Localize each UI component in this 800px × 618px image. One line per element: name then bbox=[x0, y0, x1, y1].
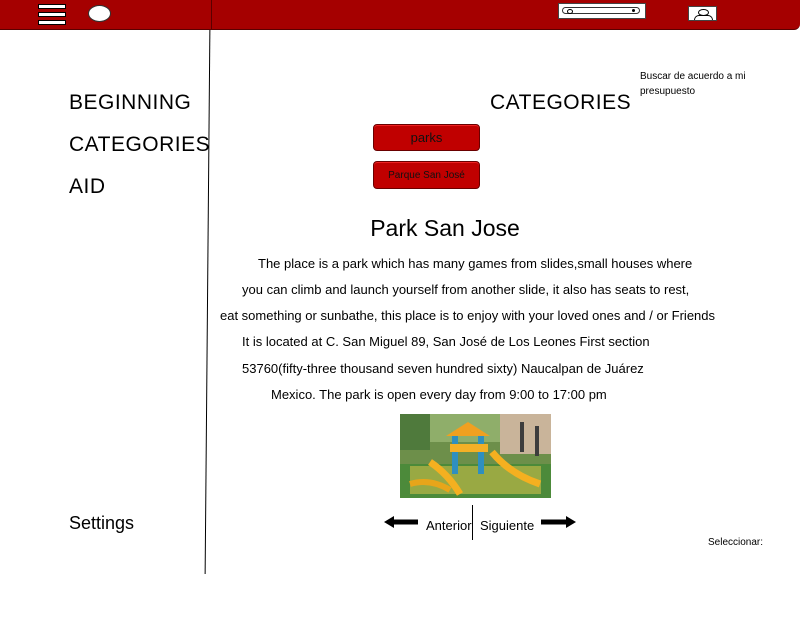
hamburger-icon[interactable] bbox=[38, 4, 66, 25]
park-title: Park San Jose bbox=[370, 215, 520, 241]
nav-item-categories[interactable]: CATEGORIES bbox=[69, 133, 210, 157]
sidebar-divider bbox=[204, 30, 211, 574]
nav-item-aid[interactable]: AID bbox=[69, 175, 106, 199]
nav-item-beginning[interactable]: BEGINNING bbox=[69, 91, 191, 115]
select-label: Seleccionar: bbox=[708, 537, 764, 548]
pager-divider bbox=[472, 505, 473, 540]
top-bar bbox=[0, 0, 800, 30]
prev-button[interactable]: Anterior bbox=[426, 518, 472, 533]
category-parks-button[interactable]: parks bbox=[373, 124, 480, 151]
topbar-divider bbox=[211, 0, 212, 30]
arrow-right-icon[interactable] bbox=[541, 516, 576, 528]
budget-search-link[interactable]: Buscar de acuerdo a mi presupuesto bbox=[640, 69, 780, 99]
search-submit-icon[interactable] bbox=[632, 9, 635, 12]
description-line: 53760(fifty-three thousand seven hundred… bbox=[242, 361, 644, 376]
user-icon[interactable] bbox=[688, 6, 717, 21]
nav-item-settings[interactable]: Settings bbox=[69, 513, 134, 534]
search-icon bbox=[567, 9, 573, 14]
search-input[interactable] bbox=[558, 3, 646, 19]
description-line: eat something or sunbathe, this place is… bbox=[220, 308, 716, 323]
description-line: you can climb and launch yourself from a… bbox=[242, 282, 690, 297]
description-line: Mexico. The park is open every day from … bbox=[271, 387, 607, 402]
arrow-left-icon[interactable] bbox=[384, 516, 418, 528]
description-line: The place is a park which has many games… bbox=[258, 256, 693, 271]
logo[interactable] bbox=[88, 5, 111, 22]
search-field[interactable] bbox=[562, 7, 640, 14]
section-title: CATEGORIES bbox=[490, 91, 632, 114]
next-button[interactable]: Siguiente bbox=[480, 518, 534, 533]
park-playground-image bbox=[400, 414, 551, 498]
description-line: It is located at C. San Miguel 89, San J… bbox=[242, 334, 650, 349]
park-san-jose-button[interactable]: Parque San José bbox=[373, 161, 480, 189]
